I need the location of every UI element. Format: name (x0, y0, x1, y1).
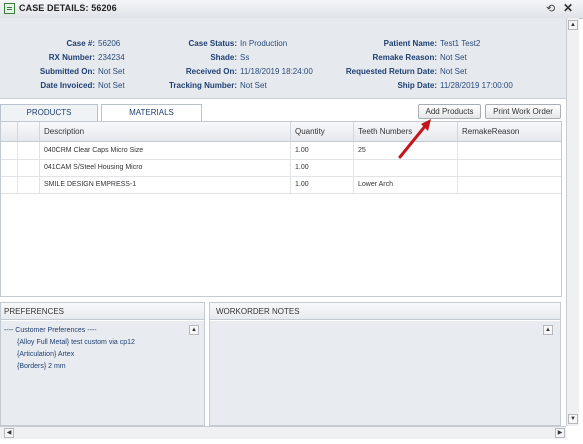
row-select-cell[interactable] (1, 142, 18, 159)
tracking-number-value: Not Set (240, 81, 267, 90)
preferences-scroll-up-icon[interactable]: ▲ (189, 325, 199, 335)
scroll-up-icon[interactable]: ▲ (568, 20, 578, 30)
ship-date-label: Ship Date: (397, 81, 437, 90)
remake-reason-label: Remake Reason: (372, 53, 437, 62)
tab-products[interactable]: PRODUCTS (0, 104, 98, 121)
patient-name-label: Patient Name: (383, 39, 437, 48)
tab-materials[interactable]: MATERIALS (101, 104, 202, 121)
column-header-type[interactable] (18, 122, 40, 141)
remake-reason-cell (458, 142, 561, 159)
refresh-icon[interactable]: ⟲ (546, 2, 555, 15)
row-select-cell[interactable] (1, 159, 18, 176)
table-row[interactable]: 040CRM Clear Caps Micro Size 1.00 25 (1, 142, 561, 160)
date-invoiced-label: Date Invoiced: (40, 81, 95, 90)
quantity-cell: 1.00 (291, 142, 354, 159)
preference-line: ---- Customer Preferences ---- (4, 327, 97, 334)
workorder-notes-body[interactable]: ▲ (210, 321, 560, 425)
case-details-icon (4, 3, 15, 14)
description-cell: 041CAM S/Steel Housing Micro (40, 159, 291, 176)
title-bar: CASE DETAILS: 56206 ⟲ ✕ (0, 0, 583, 19)
horizontal-scrollbar[interactable]: ◀ ▶ (0, 426, 566, 439)
tracking-number-label: Tracking Number: (168, 81, 237, 90)
preference-line: {Alloy Full Metal} test custom via cp12 (17, 339, 135, 346)
case-status-value: In Production (240, 39, 288, 48)
case-info-panel: Case #: 56206 RX Number: 234234 Submitte… (0, 18, 566, 99)
preferences-panel: PREFERENCES ---- Customer Preferences --… (0, 302, 205, 426)
description-cell: SMILE DESIGN EMPRESS-1 (40, 176, 291, 193)
row-select-cell[interactable] (1, 176, 18, 193)
preference-line: {Articulation} Artex (17, 351, 75, 358)
scroll-right-icon[interactable]: ▶ (555, 428, 565, 438)
workorder-notes-panel: WORKORDER NOTES ▲ (209, 302, 561, 426)
materials-table: Description Quantity Teeth Numbers Remak… (0, 121, 562, 297)
scroll-down-icon[interactable]: ▼ (568, 414, 578, 424)
annotation-arrow-icon (398, 119, 431, 159)
ship-date-value: 11/28/2019 17:00:00 (440, 81, 513, 90)
received-on-label: Received On: (185, 67, 237, 76)
preferences-title: PREFERENCES (1, 303, 204, 320)
shade-label: Shade: (210, 53, 237, 62)
column-header-select[interactable] (1, 122, 18, 141)
table-row[interactable]: SMILE DESIGN EMPRESS-1 1.00 Lower Arch (1, 176, 561, 194)
table-row[interactable]: 041CAM S/Steel Housing Micro 1.00 (1, 159, 561, 177)
quantity-cell: 1.00 (291, 176, 354, 193)
remake-reason-cell (458, 176, 561, 193)
requested-return-date-value: Not Set (440, 67, 467, 76)
row-type-cell (18, 142, 40, 159)
row-type-cell (18, 176, 40, 193)
row-type-cell (18, 159, 40, 176)
quantity-cell: 1.00 (291, 159, 354, 176)
rx-number-label: RX Number: (48, 53, 95, 62)
workorder-notes-title: WORKORDER NOTES (210, 303, 560, 320)
column-header-description[interactable]: Description (40, 122, 291, 141)
vertical-scrollbar[interactable]: ▲ ▼ (566, 18, 579, 426)
column-header-remake-reason[interactable]: RemakeReason (458, 122, 561, 141)
description-cell: 040CRM Clear Caps Micro Size (40, 142, 291, 159)
remake-reason-cell (458, 159, 561, 176)
requested-return-date-label: Requested Return Date: (345, 67, 437, 76)
close-icon[interactable]: ✕ (563, 1, 573, 15)
print-work-order-button[interactable]: Print Work Order (485, 104, 561, 119)
preference-line: {Borders} 2 mm (17, 363, 66, 370)
patient-name-value: Test1 Test2 (440, 39, 481, 48)
notes-scroll-up-icon[interactable]: ▲ (543, 325, 553, 335)
case-number-label: Case #: (66, 39, 95, 48)
case-number-value: 56206 (98, 39, 121, 48)
shade-value: Ss (240, 53, 250, 62)
remake-reason-value: Not Set (440, 53, 467, 62)
table-header: Description Quantity Teeth Numbers Remak… (1, 122, 561, 142)
case-status-label: Case Status: (188, 39, 237, 48)
preferences-body[interactable]: ---- Customer Preferences ---- {Alloy Fu… (1, 321, 204, 425)
submitted-on-label: Submitted On: (39, 67, 95, 76)
scroll-left-icon[interactable]: ◀ (4, 428, 14, 438)
received-on-value: 11/18/2019 18:24:00 (240, 67, 313, 76)
teeth-numbers-cell: Lower Arch (354, 176, 458, 193)
window-title: CASE DETAILS: 56206 (19, 3, 117, 13)
column-header-quantity[interactable]: Quantity (291, 122, 354, 141)
